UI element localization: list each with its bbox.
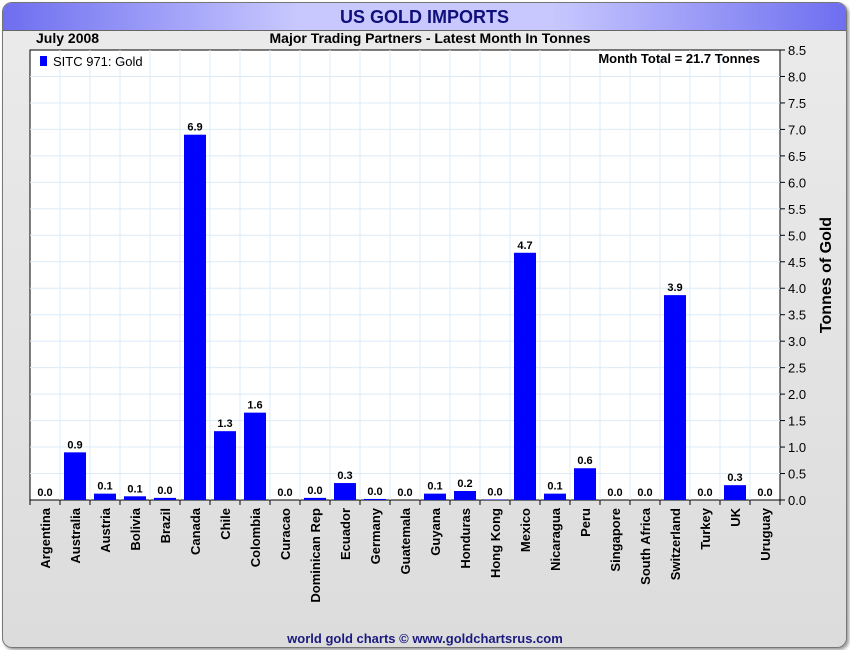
data-label: 3.9: [667, 282, 682, 294]
bar-mexico: [514, 252, 536, 500]
x-tick-label: Argentina: [38, 507, 53, 568]
x-tick-label: Peru: [578, 508, 593, 537]
data-label: 0.3: [727, 472, 742, 484]
data-label: 0.0: [37, 487, 52, 499]
data-label: 1.3: [217, 418, 232, 430]
legend-swatch: [40, 56, 47, 66]
y-tick-label: 7.0: [788, 122, 806, 137]
data-label: 0.1: [547, 481, 562, 493]
y-tick-label: 1.5: [788, 414, 806, 429]
y-tick-label: 2.5: [788, 361, 806, 376]
x-tick-label: Curacao: [278, 508, 293, 560]
data-label: 0.0: [637, 487, 652, 499]
x-tick-label: Chile: [218, 508, 233, 540]
bar-guyana: [424, 493, 446, 500]
month-total-annotation: Month Total = 21.7 Tonnes: [598, 51, 760, 66]
x-tick-label: Dominican Rep: [308, 508, 323, 603]
data-label: 0.0: [607, 487, 622, 499]
bar-hong-kong: [484, 499, 506, 500]
data-label: 0.1: [427, 481, 442, 493]
x-tick-label: South Africa: [638, 507, 653, 585]
x-tick-label: Brazil: [158, 508, 173, 543]
x-tick-label: Austria: [98, 507, 113, 553]
x-tick-label: Uruguay: [758, 507, 773, 561]
data-label: 0.0: [757, 487, 772, 499]
y-tick-label: 6.5: [788, 149, 806, 164]
data-label: 0.0: [277, 487, 292, 499]
y-tick-label: 6.0: [788, 175, 806, 190]
x-tick-label: Canada: [188, 507, 203, 555]
bar-bolivia: [124, 496, 146, 500]
y-tick-label: 5.5: [788, 202, 806, 217]
x-tick-label: Germany: [368, 507, 383, 564]
data-label: 4.7: [517, 240, 532, 252]
data-label: 1.6: [247, 400, 262, 412]
y-tick-label: 4.5: [788, 255, 806, 270]
data-label: 0.6: [577, 455, 592, 467]
bar-germany: [364, 498, 386, 500]
bar-honduras: [454, 491, 476, 500]
bar-nicaragua: [544, 493, 566, 500]
y-tick-label: 3.0: [788, 334, 806, 349]
y-tick-label: 0.5: [788, 467, 806, 482]
data-label: 0.0: [157, 485, 172, 497]
x-tick-label: Mexico: [518, 508, 533, 552]
y-tick-label: 0.0: [788, 493, 806, 508]
bar-chart: 0.0 0.5 1.0 1.5 2.0 2.5 3.0 3.5 4.0 4.5 5.0 5.5 6.0 6…: [29, 43, 835, 603]
x-tick-label: Australia: [68, 507, 83, 563]
bar-peru: [574, 468, 596, 500]
x-tick-label: Hong Kong: [488, 508, 503, 578]
bar-switzerland: [664, 295, 686, 500]
y-tick-label: 2.0: [788, 387, 806, 402]
data-label: 0.0: [307, 485, 322, 497]
x-tick-label: Guyana: [428, 507, 443, 555]
bar-brazil: [154, 497, 176, 500]
data-label: 6.9: [187, 122, 202, 134]
y-tick-label: 8.5: [788, 43, 806, 58]
bar-australia: [64, 452, 86, 500]
data-label: 0.0: [487, 486, 502, 498]
bar-chile: [214, 431, 236, 500]
y-tick-label: 8.0: [788, 69, 806, 84]
bar-ecuador: [334, 483, 356, 500]
data-label: 0.9: [67, 439, 82, 451]
data-label: 0.2: [457, 478, 472, 490]
x-tick-label: Honduras: [458, 508, 473, 569]
y-tick-label: 5.0: [788, 228, 806, 243]
x-tick-label: Switzerland: [668, 508, 683, 580]
x-tick-label: Turkey: [698, 507, 713, 549]
x-tick-label: Nicaragua: [548, 507, 563, 571]
bar-canada: [184, 134, 206, 501]
bar-uk: [724, 485, 746, 500]
y-tick-label: 1.0: [788, 440, 806, 455]
data-label: 0.0: [397, 487, 412, 499]
y-tick-label: 7.5: [788, 96, 806, 111]
data-label: 0.3: [337, 470, 352, 482]
x-tick-label: Singapore: [608, 508, 623, 572]
x-tick-label: UK: [728, 507, 743, 526]
data-label: 0.0: [697, 487, 712, 499]
x-tick-label: Bolivia: [128, 507, 143, 550]
y-tick-label: 3.5: [788, 308, 806, 323]
data-label: 0.1: [97, 481, 112, 493]
data-label: 0.0: [367, 486, 382, 498]
data-label: 0.1: [127, 483, 142, 495]
x-tick-label: Ecuador: [338, 508, 353, 560]
legend-label: SITC 971: Gold: [53, 54, 143, 69]
bar-dominican-rep: [304, 497, 326, 500]
bar-austria: [94, 493, 116, 500]
x-tick-label: Guatemala: [398, 507, 413, 574]
x-tick-label: Colombia: [248, 507, 263, 567]
y-axis-label: Tonnes of Gold: [818, 217, 835, 333]
bar-colombia: [244, 412, 266, 500]
y-tick-label: 4.0: [788, 281, 806, 296]
